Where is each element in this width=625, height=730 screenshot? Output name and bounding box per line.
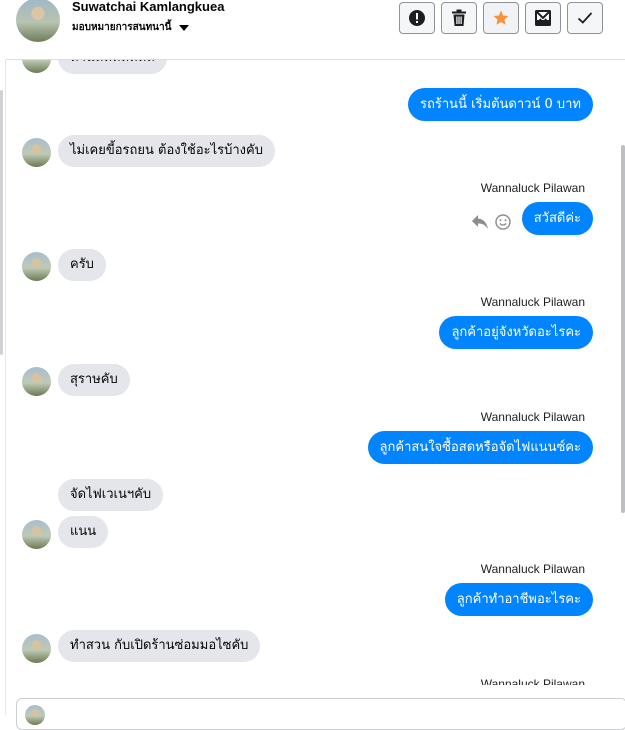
assign-conversation-dropdown[interactable]: มอบหมายการสนทนานี้ (72, 20, 190, 35)
reply-icon[interactable] (471, 214, 489, 230)
incoming-message-bubble[interactable]: ครับ (58, 249, 106, 281)
contact-avatar[interactable] (16, 0, 60, 42)
star-button[interactable] (483, 2, 519, 34)
star-icon (493, 10, 509, 25)
alert-icon (409, 10, 425, 26)
contact-avatar[interactable] (22, 520, 51, 549)
sender-name: Wannaluck Pilawan (480, 410, 585, 424)
chevron-down-icon (179, 24, 190, 31)
page-avatar (25, 705, 45, 725)
outgoing-message-bubble[interactable]: ลูกค้าอยู่จังหวัดอะไรคะ (439, 316, 593, 349)
message-hover-actions (471, 214, 511, 230)
sender-name: Wannaluck Pilawan (480, 562, 585, 576)
incoming-message-bubble[interactable]: ทำสวน กับเปิดร้านซ่อมมอไซคับ (58, 630, 261, 662)
check-icon (577, 12, 593, 24)
move-to-inbox-icon (535, 10, 551, 26)
message-thread[interactable]: ห่านหหหหหหห รถร้านนี้ เริ่มต้นดาวน์ 0 บา… (6, 60, 619, 685)
contact-avatar[interactable] (22, 367, 51, 396)
trash-icon (452, 9, 466, 26)
left-panel-scrollbar[interactable] (0, 90, 3, 355)
contact-avatar[interactable] (22, 252, 51, 281)
mark-spam-button[interactable] (399, 2, 435, 34)
outgoing-message-bubble[interactable]: รถร้านนี้ เริ่มต้นดาวน์ 0 บาท (408, 88, 593, 121)
sender-name: Wannaluck Pilawan (480, 181, 585, 195)
header-actions (399, 2, 603, 34)
reply-composer[interactable] (16, 698, 625, 730)
incoming-message-bubble[interactable]: จัดไฟเวเนฯคับ (58, 479, 164, 511)
outgoing-message-bubble[interactable]: สวัสดีค่ะ (521, 202, 593, 235)
outgoing-message-bubble[interactable]: ลูกค้าทำอาชีพอะไรคะ (444, 583, 593, 616)
scrollbar-thumb[interactable] (621, 145, 625, 513)
outgoing-message-bubble[interactable]: ลูกค้าสนใจซื้อสดหรือจัดไฟแนนซ์คะ (367, 431, 593, 464)
incoming-message-bubble[interactable]: สุราษคับ (58, 364, 130, 396)
contact-avatar[interactable] (22, 634, 51, 663)
sender-name: Wannaluck Pilawan (480, 295, 585, 309)
incoming-message-bubble[interactable]: ไม่เคยขี้อรถยน ต้องใช้อะไรบ้างคับ (58, 135, 275, 167)
move-to-done-button[interactable] (525, 2, 561, 34)
delete-button[interactable] (441, 2, 477, 34)
conversation-header: Suwatchai Kamlangkuea มอบหมายการสนทนานี้ (6, 0, 625, 60)
contact-name[interactable]: Suwatchai Kamlangkuea (72, 0, 224, 14)
incoming-message-bubble[interactable]: แนน (58, 516, 109, 548)
thread-scrollbar[interactable] (619, 60, 625, 685)
contact-avatar[interactable] (22, 60, 51, 73)
contact-avatar[interactable] (22, 138, 51, 167)
incoming-message-bubble[interactable]: ห่านหหหหหหห (58, 60, 167, 74)
mark-done-button[interactable] (567, 2, 603, 34)
sender-name: Wannaluck Pilawan (480, 677, 585, 685)
assign-conversation-label: มอบหมายการสนทนานี้ (72, 22, 172, 33)
react-emoji-icon[interactable] (495, 214, 511, 230)
